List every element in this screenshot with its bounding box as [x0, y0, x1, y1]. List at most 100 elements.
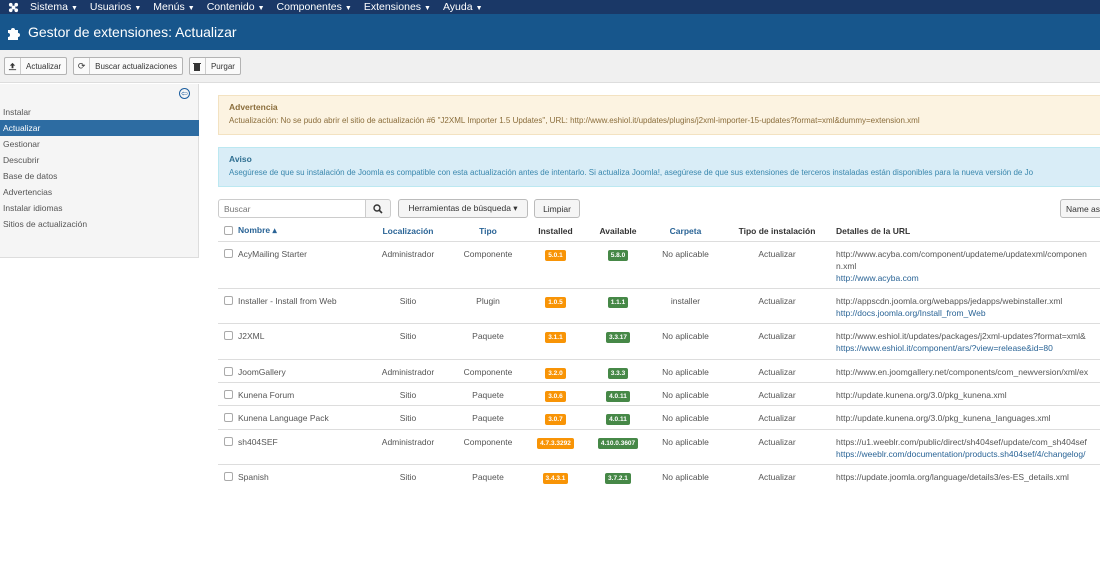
- available-version-badge: 1.1.1: [607, 296, 629, 308]
- installed-version-cell: 3.0.7: [528, 404, 583, 429]
- url-details: http://update.kunena.org/3.0/pkg_kunena_…: [836, 404, 1100, 429]
- caret-down-icon: ▼: [424, 5, 431, 12]
- col-header-location[interactable]: Localización: [368, 221, 448, 242]
- joomla-logo-icon[interactable]: [6, 0, 20, 14]
- row-checkbox[interactable]: [223, 436, 233, 446]
- clear-button[interactable]: Limpiar: [534, 199, 580, 218]
- row-checkbox[interactable]: [223, 389, 233, 399]
- menu-ayuda[interactable]: Ayuda ▼: [443, 1, 483, 13]
- find-updates-button[interactable]: ⟳ Buscar actualizaciones: [73, 57, 183, 75]
- row-select-cell: [218, 240, 238, 288]
- info-alert: Aviso Asegúrese de que su instalación de…: [218, 147, 1100, 187]
- info-link[interactable]: https://weeblr.com/documentation/product…: [836, 449, 1086, 459]
- menu-label: Usuarios: [89, 1, 132, 13]
- purge-button[interactable]: Purgar: [188, 57, 241, 75]
- menu-sistema[interactable]: Sistema ▼: [30, 1, 78, 13]
- menu-extensiones[interactable]: Extensiones ▼: [364, 1, 431, 13]
- sidebar-item-instalar-idiomas[interactable]: Instalar idiomas: [0, 200, 199, 216]
- menu-menus[interactable]: Menús ▼: [153, 1, 194, 13]
- menu-label: Menús: [153, 1, 185, 13]
- extension-folder: No aplicable: [653, 358, 718, 382]
- url-details: http://www.en.joomgallery.net/components…: [836, 358, 1100, 382]
- installed-version-badge: 5.0.1: [545, 249, 566, 261]
- extension-type: Paquete: [448, 404, 528, 429]
- extension-location: Sitio: [368, 322, 448, 359]
- update-url: https://update.joomla.org/language/detai…: [836, 471, 1069, 482]
- extension-name: Kunena Language Pack: [238, 404, 368, 429]
- extension-name: J2XML: [238, 322, 368, 359]
- row-checkbox[interactable]: [223, 412, 233, 422]
- install-type: Actualizar: [718, 240, 836, 288]
- row-checkbox[interactable]: [223, 366, 233, 376]
- row-checkbox[interactable]: [223, 248, 233, 258]
- installed-version-badge: 1.0.5: [545, 296, 566, 308]
- menu-label: Ayuda: [442, 1, 473, 13]
- extension-type: Plugin: [448, 287, 528, 323]
- info-link[interactable]: http://www.acyba.com: [836, 273, 919, 283]
- sidebar-item-instalar[interactable]: Instalar: [0, 104, 199, 120]
- url-details: http://update.kunena.org/3.0/pkg_kunena.…: [836, 381, 1100, 405]
- table-row: Kunena Forum Sitio Paquete 3.0.6 4.0.11 …: [218, 381, 1100, 405]
- info-link[interactable]: https://www.eshiol.it/component/ars/?vie…: [836, 343, 1053, 353]
- search-button[interactable]: [365, 199, 391, 218]
- sidebar-item-gestionar[interactable]: Gestionar: [0, 136, 199, 152]
- extension-name: AcyMailing Starter: [238, 240, 368, 288]
- menu-componentes[interactable]: Componentes ▼: [277, 1, 352, 13]
- extension-type: Componente: [448, 358, 528, 382]
- update-button[interactable]: Actualizar: [4, 57, 68, 75]
- row-checkbox[interactable]: [223, 330, 233, 340]
- available-version-badge: 4.0.11: [606, 390, 630, 402]
- sidebar-menu: Instalar Actualizar Gestionar Descubrir …: [0, 104, 199, 232]
- extension-folder: No aplicable: [653, 463, 718, 487]
- updates-table: Nombre ▴ Localización Tipo Installed Ava…: [218, 221, 1100, 487]
- extension-location: Administrador: [368, 428, 448, 464]
- select-all-checkbox[interactable]: [223, 225, 233, 235]
- col-header-type[interactable]: Tipo: [448, 221, 528, 242]
- menu-usuarios[interactable]: Usuarios ▼: [90, 1, 141, 13]
- search-input[interactable]: [218, 199, 366, 218]
- sidebar-item-actualizar[interactable]: Actualizar: [0, 120, 199, 136]
- extension-folder: installer: [653, 287, 718, 323]
- menu-contenido[interactable]: Contenido ▼: [207, 1, 265, 13]
- installed-version-badge: 3.2.0: [545, 367, 566, 379]
- row-checkbox[interactable]: [223, 295, 233, 305]
- available-version-badge: 5.8.0: [607, 249, 629, 261]
- col-header-name[interactable]: Nombre ▴: [238, 221, 368, 242]
- caret-down-icon: ▼: [257, 5, 265, 12]
- extension-type: Paquete: [448, 381, 528, 405]
- menu-label: Componentes: [276, 1, 342, 13]
- collapse-sidebar-icon[interactable]: ⇦: [179, 88, 190, 99]
- sidebar-item-sitios-de-actualizacion[interactable]: Sitios de actualización: [0, 216, 199, 232]
- menu-label: Sistema: [30, 1, 68, 13]
- sidebar-item-descubrir[interactable]: Descubrir: [0, 152, 199, 168]
- extension-type: Componente: [448, 428, 528, 464]
- caret-down-icon: ▼: [475, 5, 483, 12]
- url-details: https://u1.weeblr.com/public/direct/sh40…: [836, 428, 1100, 464]
- extension-type: Componente: [448, 240, 528, 288]
- top-nav: Sistema ▼ Usuarios ▼ Menús ▼ Contenido ▼ Com…: [0, 0, 1100, 14]
- find-updates-label: Buscar actualizaciones: [95, 61, 177, 71]
- sidebar-item-base-de-datos[interactable]: Base de datos: [0, 168, 199, 184]
- available-version-cell: 3.3.3: [583, 358, 653, 382]
- update-url-continued: n.xml: [836, 260, 857, 271]
- extension-type: Paquete: [448, 463, 528, 487]
- extension-name: JoomGallery: [238, 358, 368, 382]
- table-row: sh404SEF Administrador Componente 4.7.3.…: [218, 428, 1100, 464]
- sort-select[interactable]: Name as: [1060, 199, 1100, 218]
- table-row: J2XML Sitio Paquete 3.1.1 3.3.17 No apli…: [218, 322, 1100, 359]
- search-tools-button[interactable]: Herramientas de búsqueda ▾: [398, 199, 528, 218]
- available-version-cell: 1.1.1: [583, 287, 653, 323]
- installed-version-cell: 4.7.3.3292: [528, 428, 583, 464]
- installed-version-badge: 4.7.3.3292: [537, 437, 574, 449]
- sidebar-item-advertencias[interactable]: Advertencias: [0, 184, 199, 200]
- installed-version-cell: 3.2.0: [528, 358, 583, 382]
- update-url: http://update.kunena.org/3.0/pkg_kunena_…: [836, 412, 1051, 423]
- caret-down-icon: ▼: [187, 5, 195, 12]
- install-type: Actualizar: [718, 381, 836, 405]
- row-select-cell: [218, 287, 238, 323]
- info-link[interactable]: http://docs.joomla.org/Install_from_Web: [836, 308, 986, 318]
- table-row: AcyMailing Starter Administrador Compone…: [218, 240, 1100, 288]
- col-header-folder[interactable]: Carpeta: [653, 221, 718, 242]
- installed-version-cell: 5.0.1: [528, 240, 583, 288]
- row-checkbox[interactable]: [223, 471, 233, 481]
